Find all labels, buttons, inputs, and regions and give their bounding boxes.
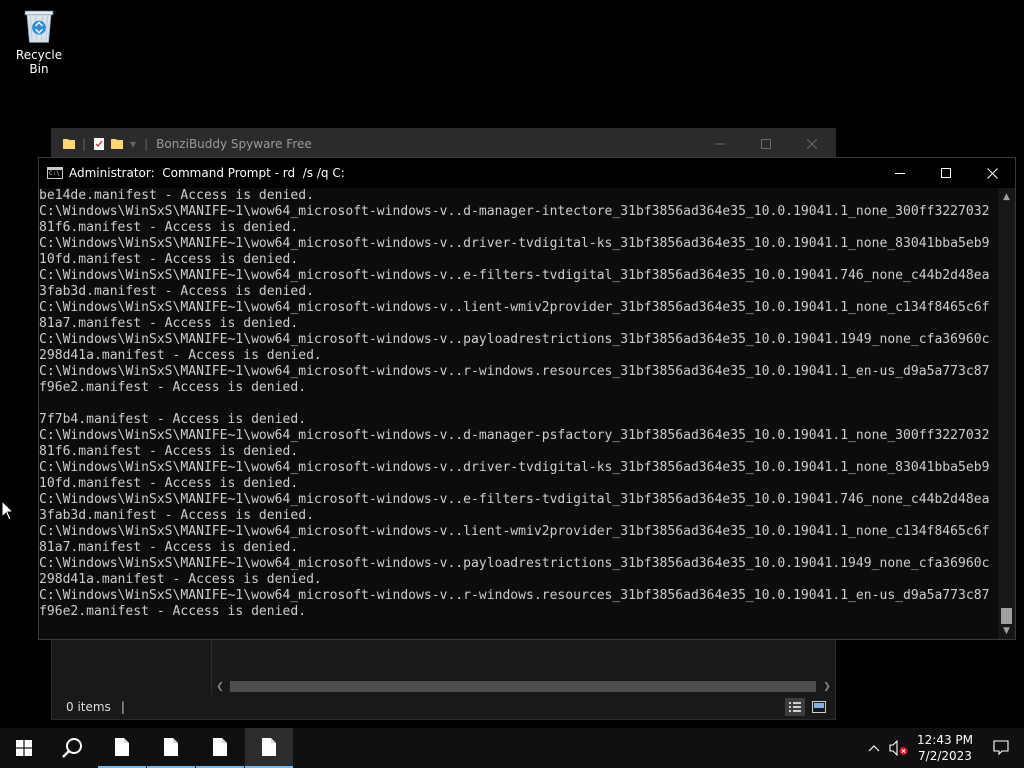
scroll-down-icon[interactable]: ▼ <box>998 622 1015 639</box>
details-view-icon <box>789 702 801 712</box>
console-line: 298d41a.manifest - Access is denied. <box>39 572 322 587</box>
recycle-bin-shortcut[interactable]: Recycle Bin <box>6 6 72 76</box>
cmd-window-controls <box>877 158 1015 188</box>
desktop: Recycle Bin | ▾ | BonziBuddy Spyware Fre… <box>0 0 1024 728</box>
properties-icon[interactable] <box>92 137 106 151</box>
console-line: 3fab3d.manifest - Access is denied. <box>39 284 314 299</box>
console-line: C:\Windows\WinSxS\MANIFE~1\wow64_microso… <box>39 556 990 571</box>
close-icon <box>807 139 817 149</box>
taskbar-document-app-4[interactable] <box>245 728 293 768</box>
console-line: f96e2.manifest - Access is denied. <box>39 604 307 619</box>
maximize-button[interactable] <box>743 129 789 159</box>
large-icons-view-icon <box>812 701 826 713</box>
horizontal-scrollbar[interactable]: ❮ ❯ <box>212 678 835 695</box>
console-line: 3fab3d.manifest - Access is denied. <box>39 508 314 523</box>
clock-time: 12:43 PM <box>917 733 973 747</box>
document-icon <box>213 738 227 756</box>
console-line: C:\Windows\WinSxS\MANIFE~1\wow64_microso… <box>39 364 990 379</box>
qa-dropdown-icon[interactable]: ▾ <box>128 137 138 151</box>
explorer-title: BonziBuddy Spyware Free <box>156 137 312 151</box>
minimize-icon <box>715 143 725 145</box>
recycle-bin-icon <box>24 10 54 43</box>
close-button[interactable] <box>789 129 835 159</box>
taskbar-document-app-2[interactable] <box>147 728 195 768</box>
console-line: 298d41a.manifest - Access is denied. <box>39 348 322 363</box>
console-line: f96e2.manifest - Access is denied. <box>39 380 307 395</box>
command-prompt-window[interactable]: C:\ Administrator: Command Prompt - rd /… <box>38 157 1016 640</box>
clock-date: 7/2/2023 <box>918 749 972 763</box>
console-line: C:\Windows\WinSxS\MANIFE~1\wow64_microso… <box>39 460 990 475</box>
maximize-icon <box>941 168 951 178</box>
document-icon <box>115 738 129 756</box>
cmd-maximize-button[interactable] <box>923 158 969 188</box>
console-line: C:\Windows\WinSxS\MANIFE~1\wow64_microso… <box>39 332 990 347</box>
taskbar-document-app-3[interactable] <box>196 728 244 768</box>
console-line: C:\Windows\WinSxS\MANIFE~1\wow64_microso… <box>39 236 990 251</box>
cmd-close-button[interactable] <box>969 158 1015 188</box>
minimize-button[interactable] <box>697 129 743 159</box>
windows-logo-icon <box>16 740 32 756</box>
scroll-right-icon[interactable]: ❯ <box>819 678 835 695</box>
console-line: C:\Windows\WinSxS\MANIFE~1\wow64_microso… <box>39 204 990 219</box>
console-line: 81a7.manifest - Access is denied. <box>39 540 299 555</box>
status-bar: 0 items | <box>52 695 835 719</box>
scroll-up-icon[interactable]: ▲ <box>998 188 1015 205</box>
system-tray: 12:43 PM 7/2/2023 <box>862 728 1024 768</box>
console-line: be14de.manifest - Access is denied. <box>39 188 314 203</box>
console-line: C:\Windows\WinSxS\MANIFE~1\wow64_microso… <box>39 588 990 603</box>
large-icons-view-button[interactable] <box>809 698 829 716</box>
clock[interactable]: 12:43 PM 7/2/2023 <box>912 728 978 768</box>
search-button[interactable] <box>48 728 96 768</box>
console-line: C:\Windows\WinSxS\MANIFE~1\wow64_microso… <box>39 300 990 315</box>
qa-separator: | <box>82 137 87 151</box>
taskbar: 12:43 PM 7/2/2023 <box>0 728 1024 768</box>
taskbar-document-app-1[interactable] <box>98 728 146 768</box>
document-icon <box>262 738 276 756</box>
start-button[interactable] <box>0 728 48 768</box>
item-count: 0 items <box>66 700 111 714</box>
folder-icon <box>63 139 75 149</box>
vertical-scrollbar[interactable]: ▲ ▼ <box>998 188 1015 639</box>
console-icon: C:\ <box>47 167 63 179</box>
mouse-pointer-icon <box>1 500 15 521</box>
console-line: 7f7b4.manifest - Access is denied. <box>39 412 307 427</box>
recycle-bin-label: Recycle Bin <box>15 48 63 76</box>
show-hidden-icons-button[interactable] <box>862 728 886 768</box>
console-line: C:\Windows\WinSxS\MANIFE~1\wow64_microso… <box>39 268 990 283</box>
cmd-titlebar[interactable]: C:\ Administrator: Command Prompt - rd /… <box>39 158 1015 188</box>
new-folder-icon[interactable] <box>110 137 124 151</box>
quick-access-toolbar: | ▾ | <box>52 137 150 151</box>
console-line: C:\Windows\WinSxS\MANIFE~1\wow64_microso… <box>39 492 990 507</box>
explorer-window-controls <box>697 129 835 159</box>
console-line: C:\Windows\WinSxS\MANIFE~1\wow64_microso… <box>39 428 990 443</box>
chevron-up-icon <box>868 745 880 752</box>
cmd-minimize-button[interactable] <box>877 158 923 188</box>
maximize-icon <box>761 139 771 149</box>
magnifier-icon <box>62 738 82 758</box>
volume-button[interactable] <box>886 728 912 768</box>
status-divider: | <box>120 700 125 714</box>
qa-separator: | <box>144 137 149 151</box>
volume-muted-icon <box>889 740 908 756</box>
scroll-left-icon[interactable]: ❮ <box>212 678 228 695</box>
explorer-titlebar[interactable]: | ▾ | BonziBuddy Spyware Free <box>52 129 835 159</box>
close-icon <box>986 167 998 179</box>
console-line: 81a7.manifest - Access is denied. <box>39 316 299 331</box>
console-output[interactable]: be14de.manifest - Access is denied. C:\Wi… <box>39 188 998 639</box>
console-line: 10fd.manifest - Access is denied. <box>39 476 299 491</box>
console-line: 81f6.manifest - Access is denied. <box>39 444 299 459</box>
cmd-title: Administrator: Command Prompt - rd /s /q… <box>69 166 345 180</box>
view-buttons <box>785 698 829 716</box>
console-line: 81f6.manifest - Access is denied. <box>39 220 299 235</box>
action-center-button[interactable] <box>978 728 1024 768</box>
console-line: 10fd.manifest - Access is denied. <box>39 252 299 267</box>
console-line: C:\Windows\WinSxS\MANIFE~1\wow64_microso… <box>39 524 990 539</box>
action-center-icon <box>993 740 1009 756</box>
scroll-thumb[interactable] <box>230 681 816 692</box>
details-view-button[interactable] <box>785 698 805 716</box>
minimize-icon <box>895 173 905 174</box>
document-icon <box>164 738 178 756</box>
